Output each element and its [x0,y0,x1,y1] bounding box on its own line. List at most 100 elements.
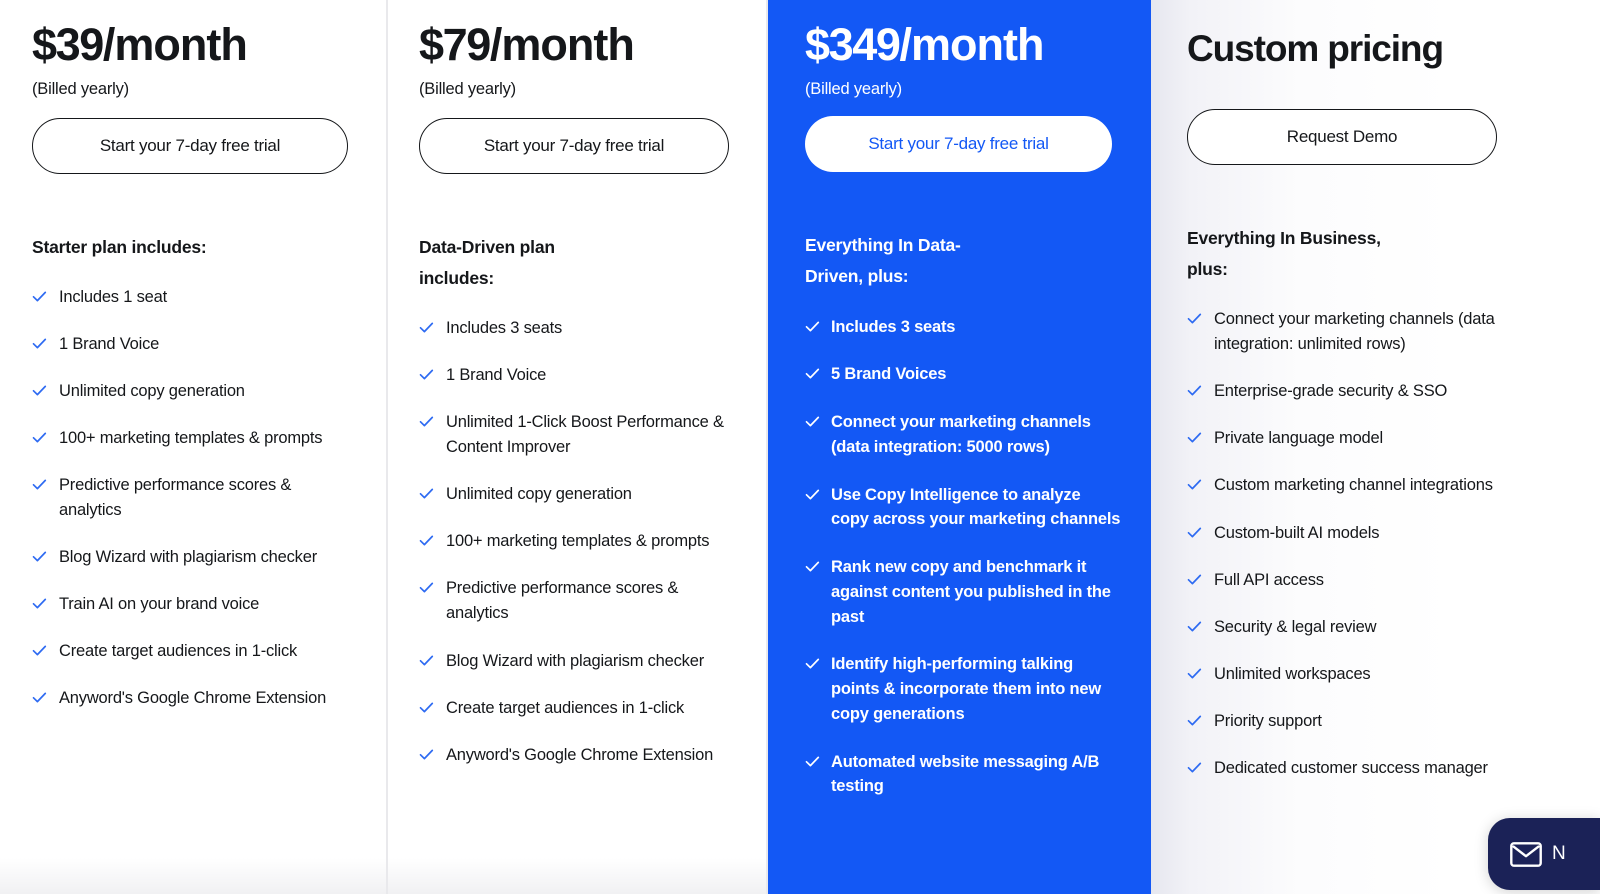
list-item: Predictive performance scores & analytic… [419,576,734,626]
envelope-icon [1510,841,1542,867]
feature-label: Automated website messaging A/B testing [831,752,1100,796]
feature-label: Includes 1 seat [59,287,167,306]
feature-label: Predictive performance scores & analytic… [59,476,292,520]
list-item: Unlimited copy generation [419,482,734,507]
feature-label: 5 Brand Voices [831,365,947,384]
feature-label: Train AI on your brand voice [59,595,260,614]
check-icon [419,579,434,596]
feature-label: Create target audiences in 1-click [446,698,685,717]
chat-widget-button[interactable]: N [1488,818,1600,890]
check-icon [32,548,47,565]
billing-note: (Billed yearly) [32,79,129,98]
check-icon [419,413,434,430]
feature-label: Connect your marketing channels (data in… [1214,310,1495,354]
list-item: Blog Wizard with plagiarism checker [32,545,353,570]
check-icon [32,382,47,399]
check-icon [1187,524,1202,541]
list-item: Identify high-performing talking points … [805,652,1121,726]
check-icon [1187,476,1202,493]
list-item: Security & legal review [1187,615,1572,640]
list-item: Anyword's Google Chrome Extension [419,743,734,768]
feature-label: Includes 3 seats [831,317,956,336]
list-item: Priority support [1187,709,1572,734]
start-free-trial-button-starter[interactable]: Start your 7-day free trial [32,117,348,174]
price-amount: $349 [805,19,901,70]
check-icon [32,476,47,493]
list-item: Dedicated customer success manager [1187,756,1572,781]
features-heading-business: Everything In Data-Driven, plus: [805,234,961,287]
list-item: Includes 1 seat [32,285,353,310]
pricing-column-data-driven: $79/month (Billed yearly) Start your 7-d… [387,0,768,894]
price-amount: $79 [419,19,491,70]
check-icon [419,532,434,549]
list-item: Blog Wizard with plagiarism checker [419,649,734,674]
check-icon [1187,712,1202,729]
check-icon [419,366,434,383]
feature-label: Connect your marketing channels (data in… [831,413,1091,456]
plan-price-starter: $39/month [32,19,353,70]
list-item: Anyword's Google Chrome Extension [32,686,353,711]
request-demo-button[interactable]: Request Demo [1187,108,1497,165]
check-icon [805,413,820,430]
pricing-column-custom: Custom pricing Request Demo Everything I… [1151,0,1600,894]
list-item: Private language model [1187,426,1572,451]
feature-label: Predictive performance scores & analytic… [446,579,679,623]
check-icon [419,319,434,336]
list-item: Create target audiences in 1-click [419,696,734,721]
feature-label: Enterprise-grade security & SSO [1214,382,1448,401]
cta-wrapper: Start your 7-day free trial [805,115,1112,172]
features-list-business: Includes 3 seats 5 Brand Voices Connect … [805,315,1121,800]
list-item: 5 Brand Voices [805,362,1121,387]
start-free-trial-button-data-driven[interactable]: Start your 7-day free trial [419,117,729,174]
cta-wrapper: Start your 7-day free trial [32,117,348,174]
feature-label: 100+ marketing templates & prompts [59,428,323,447]
check-icon [1187,310,1202,327]
billing-note: (Billed yearly) [419,79,516,98]
features-heading-custom: Everything In Business, plus: [1187,227,1381,279]
features-heading-data-driven: Data-Driven plan includes: [419,236,555,288]
plan-price-data-driven: $79/month [419,19,734,70]
list-item: Connect your marketing channels (data in… [1187,307,1572,357]
features-list-custom: Connect your marketing channels (data in… [1187,307,1572,781]
feature-label: Priority support [1214,711,1322,730]
feature-label: Custom-built AI models [1214,523,1380,542]
start-free-trial-button-business[interactable]: Start your 7-day free trial [805,115,1112,172]
check-icon [32,335,47,352]
list-item: Custom-built AI models [1187,521,1572,546]
plan-title-custom: Custom pricing [1187,28,1444,69]
check-icon [419,699,434,716]
chat-widget-label: N [1552,843,1566,864]
feature-label: Full API access [1214,570,1324,589]
check-icon [1187,571,1202,588]
list-item: Rank new copy and benchmark it against c… [805,555,1121,629]
cta-wrapper: Start your 7-day free trial [419,117,729,174]
check-icon [805,365,820,382]
feature-label: Private language model [1214,429,1383,448]
list-item: Includes 3 seats [419,316,734,341]
feature-label: 1 Brand Voice [446,365,547,384]
check-icon [32,595,47,612]
check-icon [1187,618,1202,635]
feature-label: Anyword's Google Chrome Extension [59,689,327,708]
list-item: Enterprise-grade security & SSO [1187,379,1572,404]
check-icon [805,655,820,672]
feature-label: 100+ marketing templates & prompts [446,532,710,551]
list-item: Train AI on your brand voice [32,592,353,617]
feature-label: Anyword's Google Chrome Extension [446,745,714,764]
price-amount: $39 [32,19,104,70]
check-icon [805,318,820,335]
check-icon [805,753,820,770]
list-item: Create target audiences in 1-click [32,639,353,664]
list-item: Unlimited workspaces [1187,662,1572,687]
feature-label: Blog Wizard with plagiarism checker [446,651,705,670]
features-list-data-driven: Includes 3 seats 1 Brand Voice Unlimited… [419,316,734,768]
feature-label: Includes 3 seats [446,318,563,337]
list-item: 100+ marketing templates & prompts [419,529,734,554]
check-icon [1187,429,1202,446]
check-icon [419,746,434,763]
check-icon [805,558,820,575]
list-item: 1 Brand Voice [419,363,734,388]
feature-label: 1 Brand Voice [59,334,160,353]
price-period: /month [899,19,1045,70]
check-icon [32,429,47,446]
